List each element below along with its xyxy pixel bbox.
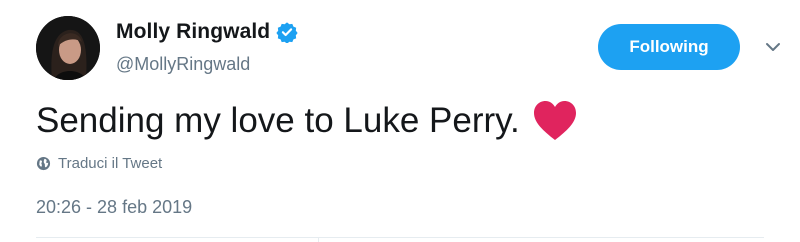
author-display-name[interactable]: Molly Ringwald [116,20,270,44]
divider-tick [318,237,319,242]
avatar[interactable] [36,16,100,80]
profile-photo-icon [36,16,100,80]
tweet-card: Molly Ringwald @MollyRingwald Following … [0,0,800,242]
verified-badge-icon [276,21,298,44]
chevron-down-icon[interactable] [764,40,782,54]
author-name-row: Molly Ringwald [116,20,298,44]
tweet-timestamp[interactable]: 20:26 - 28 feb 2019 [36,197,192,218]
translate-tweet-link[interactable]: Traduci il Tweet [36,155,162,172]
tweet-text-row: Sending my love to Luke Perry. [36,100,578,142]
red-heart-icon [532,100,578,142]
tweet-text: Sending my love to Luke Perry. [36,101,520,140]
globe-icon [36,156,51,171]
translate-label: Traduci il Tweet [58,155,163,172]
author-handle[interactable]: @MollyRingwald [116,54,250,75]
divider [36,237,764,238]
following-button[interactable]: Following [598,24,740,70]
